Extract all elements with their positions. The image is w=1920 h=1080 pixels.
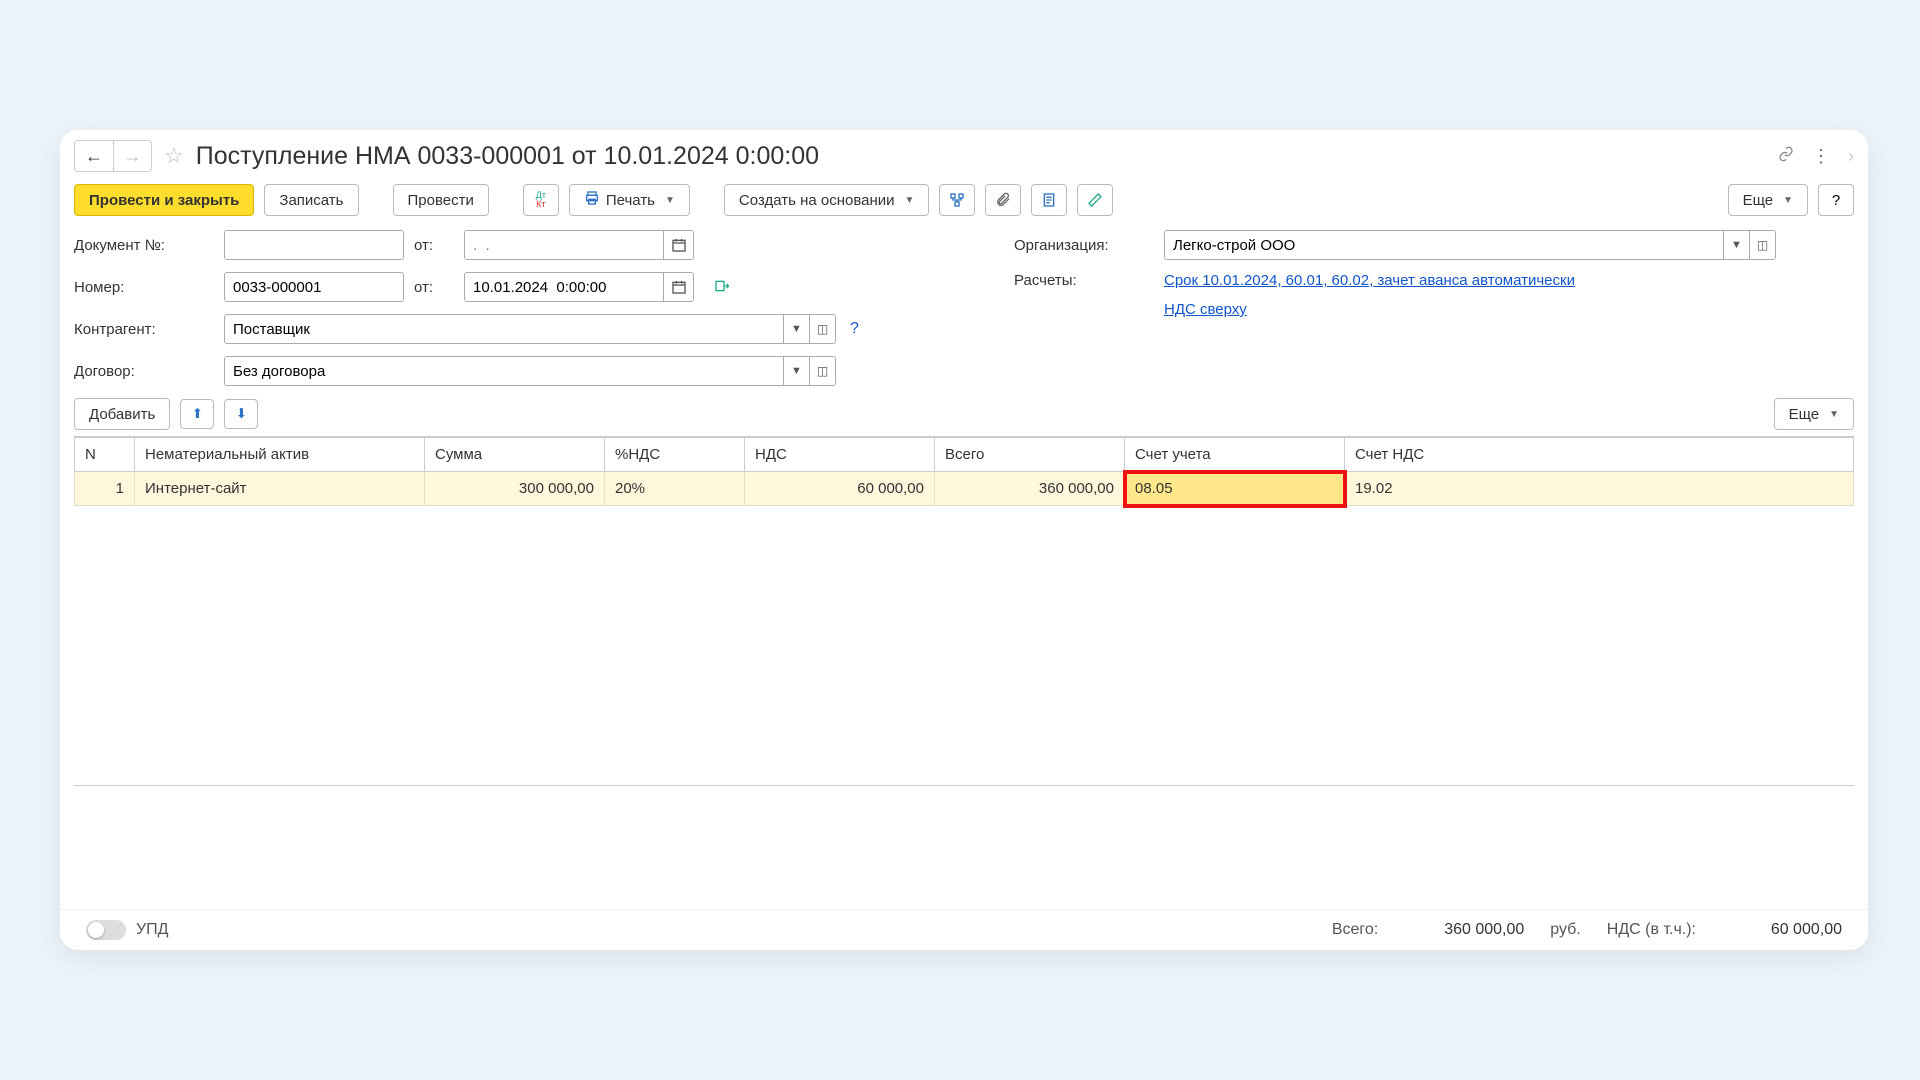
items-table[interactable]: N Нематериальный актив Сумма %НДС НДС Вс…: [74, 437, 1854, 506]
vat-in-total-label: НДС (в т.ч.):: [1607, 921, 1696, 939]
nav-forward-button[interactable]: →: [113, 141, 151, 171]
help-hint-icon[interactable]: ?: [850, 320, 859, 338]
col-n[interactable]: N: [75, 438, 135, 472]
document-date-input[interactable]: [464, 230, 664, 260]
col-vat-account[interactable]: Счет НДС: [1345, 438, 1854, 472]
from-label-2: от:: [414, 279, 454, 296]
dogovor-label: Договор:: [74, 363, 214, 380]
upd-label: УПД: [136, 921, 169, 939]
dt-kt-icon[interactable]: ДтКт: [523, 184, 559, 216]
report-icon[interactable]: [1031, 184, 1067, 216]
move-up-icon[interactable]: ⬆: [180, 399, 214, 429]
structure-icon[interactable]: [939, 184, 975, 216]
forward-doc-icon[interactable]: [714, 278, 730, 297]
create-based-on-button[interactable]: Создать на основании ▼: [724, 184, 930, 216]
print-label: Печать: [606, 192, 655, 209]
chevron-down-icon: ▼: [1829, 409, 1839, 420]
cell-asset[interactable]: Интернет-сайт: [135, 472, 425, 506]
more-button[interactable]: Еще ▼: [1728, 184, 1808, 216]
calendar-icon[interactable]: [664, 272, 694, 302]
table-row[interactable]: 1 Интернет-сайт 300 000,00 20% 60 000,00…: [75, 472, 1854, 506]
calendar-icon[interactable]: [664, 230, 694, 260]
post-button[interactable]: Провести: [393, 184, 489, 216]
add-row-button[interactable]: Добавить: [74, 398, 170, 430]
currency-label: руб.: [1550, 921, 1581, 939]
kontragent-input[interactable]: [224, 314, 784, 344]
kebab-menu-icon[interactable]: ⋮: [1812, 146, 1830, 167]
chevron-down-icon: ▼: [665, 195, 675, 206]
number-date-input[interactable]: [464, 272, 664, 302]
overflow-icon[interactable]: ›: [1848, 146, 1854, 167]
open-reference-icon[interactable]: ◫: [810, 356, 836, 386]
col-asset[interactable]: Нематериальный актив: [135, 438, 425, 472]
col-account[interactable]: Счет учета: [1125, 438, 1345, 472]
dropdown-icon[interactable]: ▼: [1724, 230, 1750, 260]
save-button[interactable]: Записать: [264, 184, 358, 216]
total-label: Всего:: [1332, 921, 1378, 939]
cell-sum[interactable]: 300 000,00: [425, 472, 605, 506]
printer-icon: [584, 190, 600, 210]
col-vat[interactable]: НДС: [745, 438, 935, 472]
table-more-label: Еще: [1789, 406, 1820, 423]
org-input[interactable]: [1164, 230, 1724, 260]
number-label: Номер:: [74, 279, 214, 296]
cell-n[interactable]: 1: [75, 472, 135, 506]
attach-icon[interactable]: [985, 184, 1021, 216]
post-and-close-button[interactable]: Провести и закрыть: [74, 184, 254, 216]
cell-total[interactable]: 360 000,00: [935, 472, 1125, 506]
nds-link[interactable]: НДС сверху: [1164, 301, 1247, 318]
col-vat-pct[interactable]: %НДС: [605, 438, 745, 472]
chevron-down-icon: ▼: [1783, 195, 1793, 206]
dropdown-icon[interactable]: ▼: [784, 356, 810, 386]
dropdown-icon[interactable]: ▼: [784, 314, 810, 344]
open-reference-icon[interactable]: ◫: [810, 314, 836, 344]
upd-toggle[interactable]: [86, 920, 126, 940]
kontragent-label: Контрагент:: [74, 321, 214, 338]
more-label: Еще: [1743, 192, 1774, 209]
help-button[interactable]: ?: [1818, 184, 1854, 216]
col-total[interactable]: Всего: [935, 438, 1125, 472]
link-icon[interactable]: [1778, 146, 1794, 167]
favorite-star-icon[interactable]: ☆: [164, 143, 184, 169]
vat-in-total-value: 60 000,00: [1722, 921, 1842, 939]
raschety-link[interactable]: Срок 10.01.2024, 60.01, 60.02, зачет ава…: [1164, 272, 1575, 289]
dogovor-input[interactable]: [224, 356, 784, 386]
document-no-input[interactable]: [224, 230, 404, 260]
col-sum[interactable]: Сумма: [425, 438, 605, 472]
move-down-icon[interactable]: ⬇: [224, 399, 258, 429]
edit-icon[interactable]: [1077, 184, 1113, 216]
create-based-label: Создать на основании: [739, 192, 895, 209]
raschety-label: Расчеты:: [1014, 272, 1154, 289]
document-no-label: Документ №:: [74, 237, 214, 254]
org-label: Организация:: [1014, 237, 1154, 254]
total-value: 360 000,00: [1404, 921, 1524, 939]
nav-back-button[interactable]: ←: [75, 141, 113, 171]
table-more-button[interactable]: Еще ▼: [1774, 398, 1854, 430]
from-label-1: от:: [414, 237, 454, 254]
cell-account[interactable]: 08.05: [1125, 472, 1345, 506]
page-title: Поступление НМА 0033-000001 от 10.01.202…: [196, 142, 819, 171]
print-button[interactable]: Печать ▼: [569, 184, 690, 216]
number-input[interactable]: [224, 272, 404, 302]
cell-vat-pct[interactable]: 20%: [605, 472, 745, 506]
chevron-down-icon: ▼: [905, 195, 915, 206]
cell-vat-account[interactable]: 19.02: [1345, 472, 1854, 506]
cell-vat[interactable]: 60 000,00: [745, 472, 935, 506]
open-reference-icon[interactable]: ◫: [1750, 230, 1776, 260]
